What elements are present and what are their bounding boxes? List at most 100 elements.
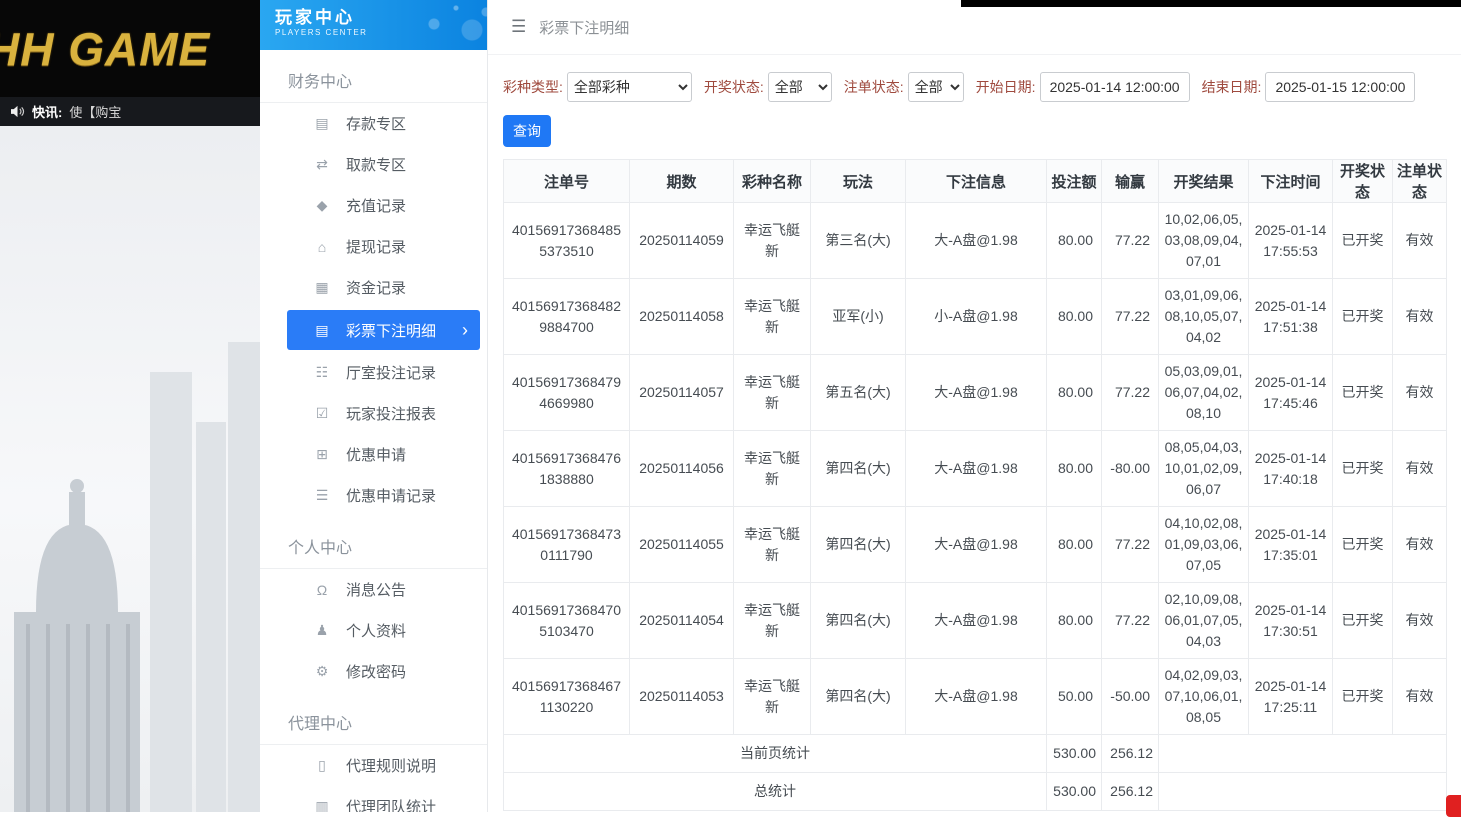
column-header-bet_info: 下注信息: [906, 160, 1047, 203]
cell-win_loss: 77.22: [1102, 355, 1159, 431]
cell-period: 20250114057: [630, 355, 734, 431]
sidebar-item-label: 消息公告: [346, 579, 406, 600]
withdraw-money-icon: ⇄: [312, 156, 332, 173]
column-header-lottery_name: 彩种名称: [734, 160, 811, 203]
cell-draw_status: 已开奖: [1333, 507, 1393, 583]
query-button[interactable]: 查询: [503, 115, 551, 147]
hall-list-icon: ☷: [312, 364, 332, 381]
cell-bet_id: 401569173684705103470: [504, 583, 630, 659]
sidebar-item-label: 代理团队统计: [346, 796, 436, 812]
cell-bet_time: 2025-01-14 17:51:38: [1249, 279, 1333, 355]
cell-lottery_name: 幸运飞艇新: [734, 659, 811, 735]
cell-draw_status: 已开奖: [1333, 203, 1393, 279]
filter-bar: 彩种类型: 全部彩种 开奖状态: 全部 注单状态: 全部 开始日期: 结束日期:: [488, 55, 1461, 102]
cell-lottery_name: 幸运飞艇新: [734, 279, 811, 355]
sidebar-item-agent-team-stats[interactable]: ▥代理团队统计: [260, 786, 487, 812]
sidebar-item-funds-records[interactable]: ▦ 资金记录: [260, 267, 487, 308]
user-icon: ♟: [312, 622, 332, 639]
sidebar-section-title: 代理中心: [260, 704, 487, 745]
summary-row: 当前页统计530.00256.12: [504, 735, 1447, 773]
lottery-type-select[interactable]: 全部彩种: [567, 72, 692, 102]
cell-play_method: 第四名(大): [811, 431, 906, 507]
sidebar-item-label: 个人资料: [346, 620, 406, 641]
bet-status-label: 注单状态:: [844, 77, 904, 97]
sidebar-item-label: 取款专区: [346, 154, 406, 175]
summary-win-total: 256.12: [1102, 773, 1159, 811]
cell-win_loss: -80.00: [1102, 431, 1159, 507]
funds-bag-icon: ▦: [312, 279, 332, 296]
cell-bet_amount: 50.00: [1047, 659, 1102, 735]
ticker-text: 使【购宝: [69, 102, 121, 121]
cell-bet_id: 401569173684730111790: [504, 507, 630, 583]
window-edge-strip: [961, 0, 1461, 7]
column-header-draw_status: 开奖状态: [1333, 160, 1393, 203]
cell-bet_id: 401569173684794669980: [504, 355, 630, 431]
sidebar-item-lottery-bet-details[interactable]: ▤彩票下注明细›: [287, 310, 480, 350]
cell-bet_status: 有效: [1393, 431, 1447, 507]
sidebar-item-promo-apply-records[interactable]: ☰优惠申请记录: [260, 475, 487, 516]
summary-label: 当前页统计: [504, 735, 1047, 773]
sidebar-section-title: 个人中心: [260, 528, 487, 569]
start-date-input[interactable]: [1040, 72, 1190, 102]
cell-draw_result: 02,10,09,08,06,01,07,05,04,03: [1159, 583, 1249, 659]
promo-list-icon: ☰: [312, 487, 332, 504]
cell-bet_info: 大-A盘@1.98: [906, 355, 1047, 431]
sidebar-item-deposit-zone[interactable]: ▤存款专区: [260, 103, 487, 144]
sidebar-item-label: 资金记录: [346, 277, 406, 298]
cell-lottery_name: 幸运飞艇新: [734, 203, 811, 279]
draw-status-select[interactable]: 全部: [768, 72, 832, 102]
cell-period: 20250114053: [630, 659, 734, 735]
cell-draw_status: 已开奖: [1333, 583, 1393, 659]
sidebar-item-agent-rules[interactable]: ▯代理规则说明: [260, 745, 487, 786]
sidebar-item-hall-bet-records[interactable]: ☷厅室投注记录: [260, 352, 487, 393]
cell-period: 20250114056: [630, 431, 734, 507]
news-ticker: 快讯: 使【购宝: [0, 97, 260, 126]
column-header-period: 期数: [630, 160, 734, 203]
cell-bet_id: 401569173684761838880: [504, 431, 630, 507]
floating-service-icon[interactable]: [1446, 795, 1461, 817]
sidebar-item-profile[interactable]: ♟ 个人资料: [260, 610, 487, 651]
logo-area: HH GAME: [0, 0, 260, 97]
sidebar-item-recharge-records[interactable]: ◆充值记录: [260, 185, 487, 226]
bet-table-wrap: 注单号期数彩种名称玩法下注信息投注额输赢开奖结果下注时间开奖状态注单状态 401…: [488, 147, 1461, 811]
cell-bet_id: 401569173684829884700: [504, 279, 630, 355]
column-header-play_method: 玩法: [811, 160, 906, 203]
cell-win_loss: 77.22: [1102, 583, 1159, 659]
cell-play_method: 第五名(大): [811, 355, 906, 431]
sidebar-item-withdraw-zone[interactable]: ⇄ 取款专区: [260, 144, 487, 185]
cell-bet_info: 大-A盘@1.98: [906, 583, 1047, 659]
cell-bet_time: 2025-01-14 17:55:53: [1249, 203, 1333, 279]
cell-bet_info: 小-A盘@1.98: [906, 279, 1047, 355]
sidebar-section-title: 财务中心: [260, 62, 487, 103]
sidebar-item-player-bet-report[interactable]: ☑玩家投注报表: [260, 393, 487, 434]
sidebar-item-withdrawal-records[interactable]: ⌂提现记录: [260, 226, 487, 267]
cell-bet_amount: 80.00: [1047, 203, 1102, 279]
menu-hamburger-icon[interactable]: ☰: [511, 17, 526, 37]
players-center-title: 玩家中心: [275, 7, 487, 28]
sidebar-item-label: 代理规则说明: [346, 755, 436, 776]
chevron-right-icon: ›: [462, 321, 480, 339]
sidebar-item-change-password[interactable]: ⚙修改密码: [260, 651, 487, 692]
cell-win_loss: 77.22: [1102, 507, 1159, 583]
bet-status-select[interactable]: 全部: [908, 72, 964, 102]
sidebar-item-label: 玩家投注报表: [346, 403, 436, 424]
query-row: 查询: [488, 102, 1461, 147]
sidebar-item-announcements[interactable]: Ω消息公告: [260, 569, 487, 610]
bet-table: 注单号期数彩种名称玩法下注信息投注额输赢开奖结果下注时间开奖状态注单状态 401…: [503, 159, 1447, 811]
cell-lottery_name: 幸运飞艇新: [734, 355, 811, 431]
table-row: 40156917368485537351020250114059幸运飞艇新第三名…: [504, 203, 1447, 279]
cell-bet_status: 有效: [1393, 203, 1447, 279]
cell-draw_result: 08,05,04,03,10,01,02,09,06,07: [1159, 431, 1249, 507]
sidebar-item-promo-apply[interactable]: ⊞优惠申请: [260, 434, 487, 475]
wallet-icon: ⌂: [312, 239, 332, 255]
cell-play_method: 第三名(大): [811, 203, 906, 279]
end-date-input[interactable]: [1265, 72, 1415, 102]
cell-win_loss: -50.00: [1102, 659, 1159, 735]
table-row: 40156917368473011179020250114055幸运飞艇新第四名…: [504, 507, 1447, 583]
bet-list-icon: ▤: [312, 322, 332, 339]
promo-icon: ⊞: [312, 446, 332, 463]
main-area: ☰ 彩票下注明细 彩种类型: 全部彩种 开奖状态: 全部 注单状态: 全部 开始…: [488, 0, 1461, 812]
summary-win-total: 256.12: [1102, 735, 1159, 773]
column-header-bet_amount: 投注额: [1047, 160, 1102, 203]
cell-draw_result: 04,02,09,03,07,10,06,01,08,05: [1159, 659, 1249, 735]
